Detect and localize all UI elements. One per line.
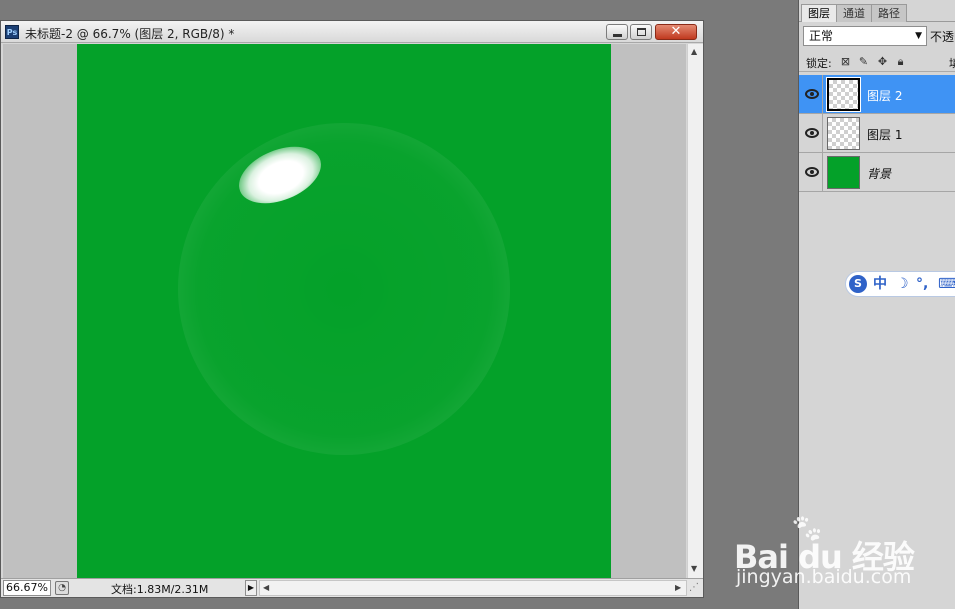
tab-paths[interactable]: 路径 <box>871 4 907 22</box>
tab-layers[interactable]: 图层 <box>801 4 837 22</box>
document-title: 未标题-2 @ 66.7% (图层 2, RGB/8) * <box>25 27 235 41</box>
maximize-button[interactable] <box>630 24 652 40</box>
layer-row-2[interactable]: 图层 2 <box>799 75 955 114</box>
panel-tabs: 图层 通道 路径 <box>799 4 955 22</box>
document-titlebar[interactable]: Ps 未标题-2 @ 66.7% (图层 2, RGB/8) * ✕ <box>1 21 703 43</box>
layer-name: 背景 <box>867 167 892 181</box>
vertical-scrollbar[interactable]: ▲ ▼ <box>687 44 703 578</box>
lock-row: 锁定: ⊠ ✎ ✥ 🔒︎ 填 <box>799 52 955 72</box>
document-size-info: 文档:1.83M/2.31M <box>111 583 209 596</box>
maximize-icon <box>637 28 646 36</box>
scroll-up-icon[interactable]: ▲ <box>691 47 697 56</box>
lock-transparency-icon[interactable]: ⊠ <box>839 55 852 68</box>
blend-mode-select[interactable]: 正常 ▼ <box>803 26 927 46</box>
layer-thumbnail <box>826 77 861 112</box>
layer-row-background[interactable]: 背景 <box>799 153 955 192</box>
watermark-url: jingyan.baidu.com <box>736 566 912 588</box>
ime-logo-icon[interactable]: S <box>849 275 867 293</box>
layer-name: 图层 1 <box>867 128 903 142</box>
scroll-right-icon[interactable]: ▶ <box>675 583 681 592</box>
layer-row-1[interactable]: 图层 1 <box>799 114 955 153</box>
lock-label: 锁定: <box>806 57 832 70</box>
photoshop-logo-icon: Ps <box>5 25 19 39</box>
lock-position-move-icon[interactable]: ✥ <box>876 55 889 68</box>
status-bar: 66.67% ◔ 文档:1.83M/2.31M ▶ ◀ ▶ ⋰ <box>1 578 703 597</box>
scroll-left-icon[interactable]: ◀ <box>263 583 269 592</box>
status-info-icon[interactable]: ◔ <box>55 581 69 595</box>
resize-grip-icon[interactable]: ⋰ <box>689 582 701 594</box>
canvas-workspace[interactable] <box>3 44 686 578</box>
lock-all-icon[interactable]: 🔒︎ <box>894 55 907 68</box>
image-canvas[interactable] <box>77 44 611 578</box>
close-button[interactable]: ✕ <box>655 24 697 40</box>
fill-label: 填 <box>949 55 955 71</box>
blend-mode-value: 正常 <box>809 29 834 43</box>
layer-thumbnail <box>827 156 860 189</box>
ime-chinese-mode[interactable]: 中 <box>873 275 887 293</box>
minimize-icon <box>613 34 622 37</box>
tab-channels[interactable]: 通道 <box>836 4 872 22</box>
opacity-label: 不透明 <box>930 30 955 44</box>
ime-punctuation-icon[interactable]: °, <box>916 275 928 293</box>
bubble-shape <box>178 123 510 455</box>
horizontal-scrollbar[interactable]: ◀ ▶ <box>259 580 687 596</box>
ime-moon-icon[interactable]: ☽ <box>896 275 909 293</box>
ime-keyboard-icon[interactable]: ⌨ <box>938 275 955 293</box>
scroll-down-icon[interactable]: ▼ <box>691 564 697 573</box>
close-icon: ✕ <box>670 24 682 39</box>
eye-icon <box>805 89 819 99</box>
eye-icon <box>805 167 819 177</box>
eye-icon <box>805 128 819 138</box>
status-menu-arrow-icon[interactable]: ▶ <box>245 580 257 596</box>
chevron-down-icon: ▼ <box>915 31 922 41</box>
zoom-level-field[interactable]: 66.67% <box>3 580 51 596</box>
lock-image-brush-icon[interactable]: ✎ <box>857 55 870 68</box>
visibility-toggle[interactable] <box>801 153 823 192</box>
visibility-toggle[interactable] <box>801 75 823 114</box>
layer-thumbnail <box>827 117 860 150</box>
document-window: Ps 未标题-2 @ 66.7% (图层 2, RGB/8) * ✕ ▲ ▼ 6… <box>0 20 704 598</box>
baidu-jingyan-watermark: 🐾︎ Bai du 经验 jingyan.baidu.com <box>734 512 924 592</box>
layer-name: 图层 2 <box>867 89 903 103</box>
minimize-button[interactable] <box>606 24 628 40</box>
visibility-toggle[interactable] <box>801 114 823 153</box>
ime-toolbar[interactable]: S 中 ☽ °, ⌨ <box>845 271 955 297</box>
